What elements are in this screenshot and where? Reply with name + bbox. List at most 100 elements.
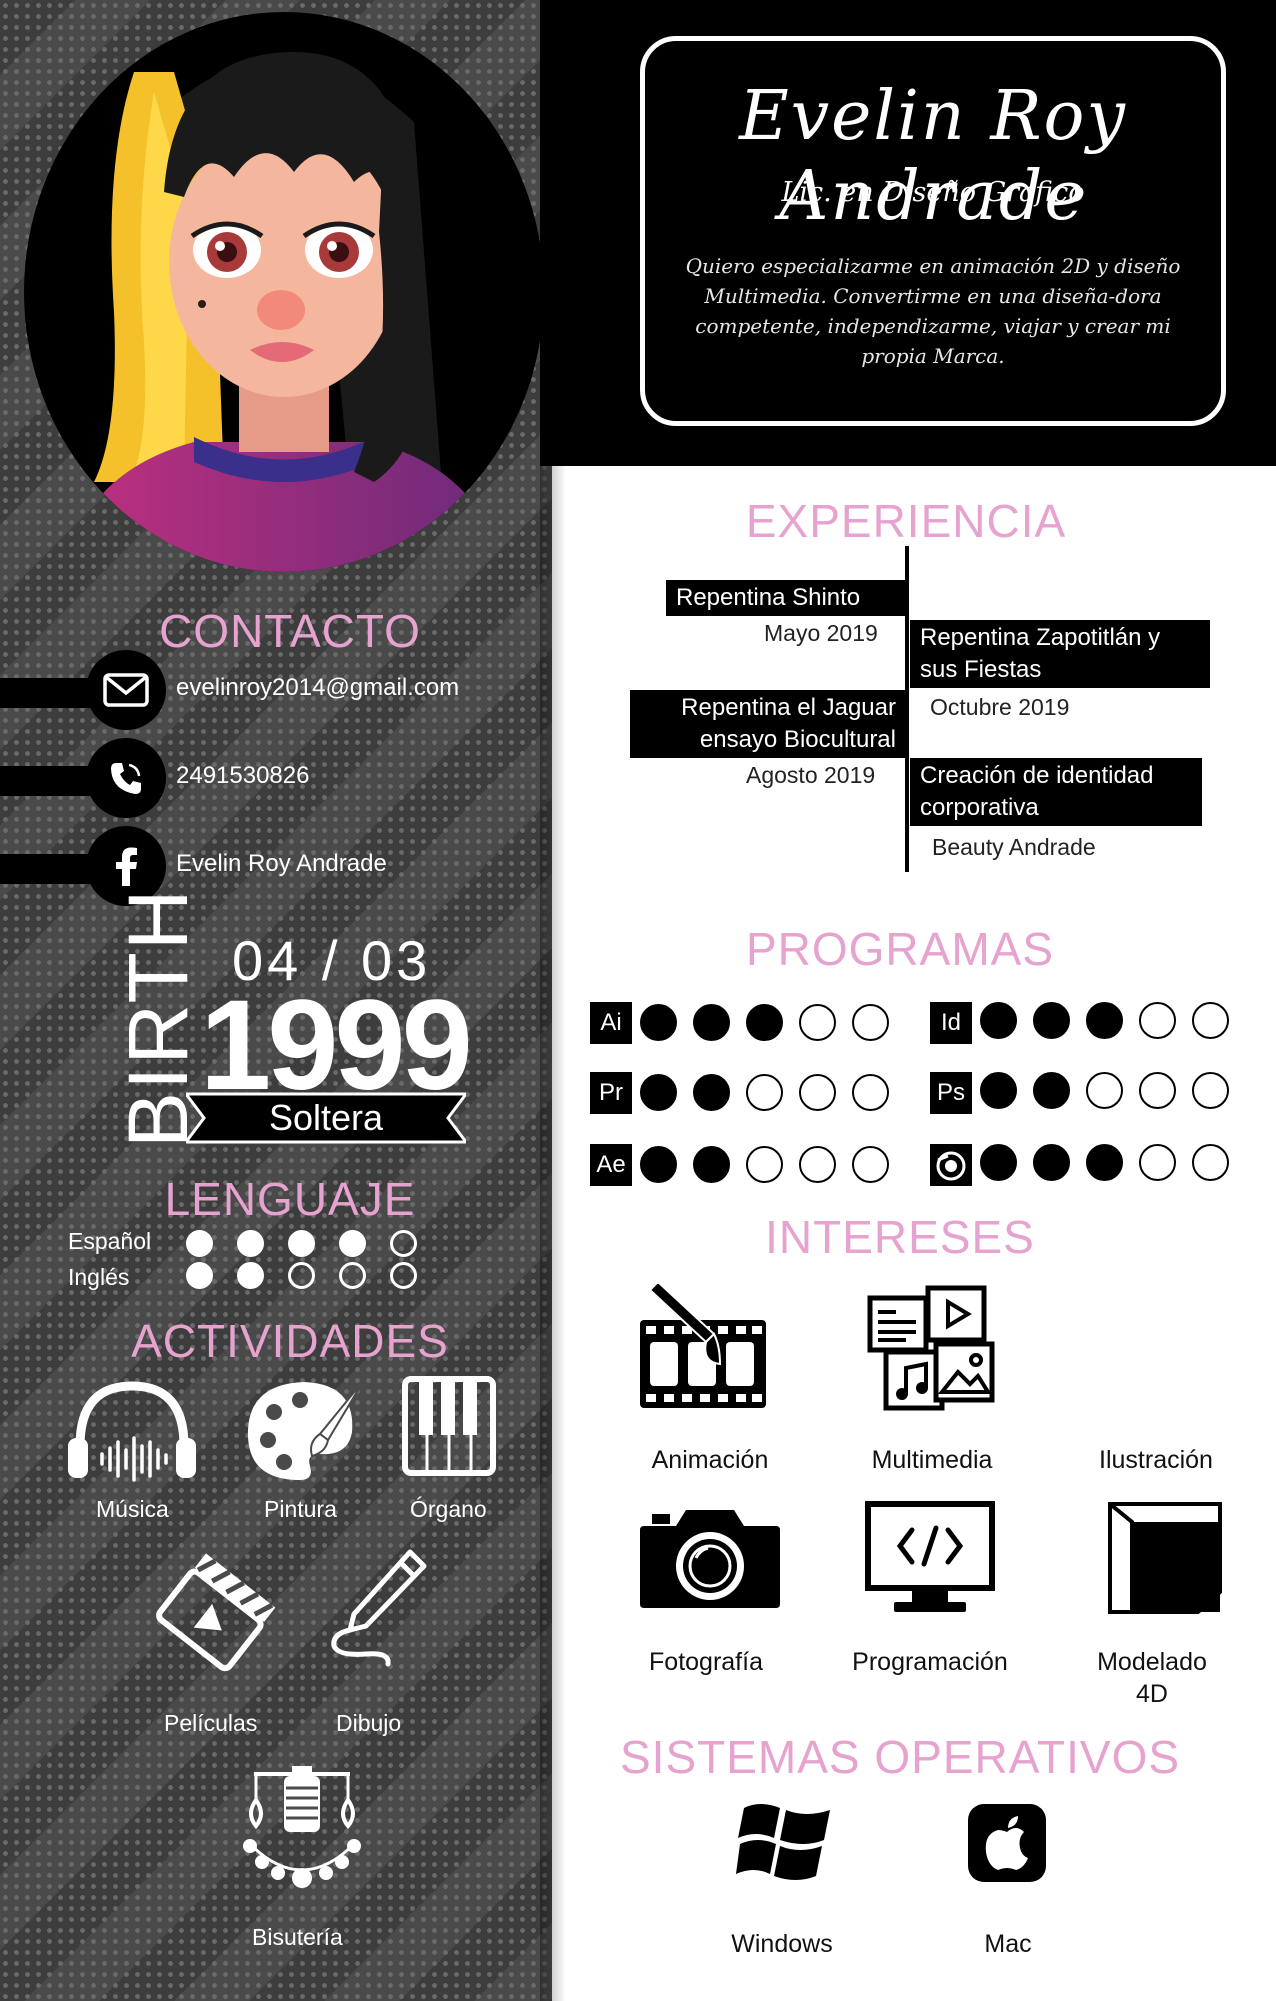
language-name: Español <box>68 1228 152 1254</box>
title-card: Evelin Roy Andrade Lic. en Diseño Grafic… <box>640 36 1226 426</box>
illustrator-icon: Ai <box>590 1002 632 1044</box>
interests-heading: INTERESES <box>765 1211 1035 1263</box>
rating-dot <box>186 1230 213 1257</box>
rating-dot <box>237 1262 264 1289</box>
rating-dot <box>746 1074 783 1111</box>
experience-title: Creación de identidad corporativa <box>910 758 1202 826</box>
activity-label: Dibujo <box>336 1710 402 1736</box>
language-name: Inglés <box>68 1264 130 1290</box>
activity-label: Películas <box>164 1710 258 1736</box>
interest-label: Fotografía <box>649 1648 763 1676</box>
program-rating <box>980 1072 1229 1109</box>
full-name: Evelin Roy Andrade <box>739 77 1127 236</box>
rating-dot <box>288 1230 315 1257</box>
indesign-icon: Id <box>930 1002 972 1044</box>
mail-icon <box>86 650 166 730</box>
premiere-icon: Pr <box>590 1072 632 1114</box>
interest-label: Multimedia <box>871 1446 993 1474</box>
language-heading: LENGUAJE <box>164 1173 416 1225</box>
rating-dot <box>746 1004 783 1041</box>
rating-dot <box>186 1262 213 1289</box>
blender-icon <box>930 1144 972 1186</box>
experience-title: Repentina el Jaguar ensayo Biocultural <box>630 690 906 758</box>
after-effects-icon: Ae <box>590 1144 632 1186</box>
rating-dot <box>1033 1144 1070 1181</box>
rating-dot <box>339 1262 366 1289</box>
rating-dot <box>640 1004 677 1041</box>
rating-dot <box>799 1004 836 1041</box>
rating-dot <box>746 1146 783 1183</box>
piano-keys-icon <box>402 1376 496 1476</box>
rating-dot <box>980 1072 1017 1109</box>
program-rating <box>640 1146 889 1183</box>
rating-dot <box>852 1004 889 1041</box>
rating-dot <box>288 1262 315 1289</box>
language-rating-ingles <box>186 1262 417 1289</box>
code-monitor-icon <box>865 1501 995 1612</box>
rating-dot <box>693 1074 730 1111</box>
contact-email-row: evelinroy2014@gmail.com <box>0 650 540 732</box>
interest-label: Animación <box>651 1446 769 1474</box>
phone-icon <box>86 738 166 818</box>
rating-dot <box>980 1144 1017 1181</box>
rating-dot <box>852 1146 889 1183</box>
windows-icon <box>736 1804 830 1880</box>
contact-facebook-row: Evelin Roy Andrade <box>0 826 540 908</box>
objective-text: Quiero especializarme en animación 2D y … <box>685 254 1181 368</box>
os-heading: SISTEMAS OPERATIVOS <box>620 1731 1181 1783</box>
contact-phone-row: 2491530826 <box>0 738 540 820</box>
degree: Lic. en Diseño Grafico <box>781 177 1085 208</box>
photoshop-icon: Ps <box>930 1072 972 1114</box>
rating-dot <box>640 1146 677 1183</box>
cube-icon <box>1108 1502 1222 1614</box>
panel-shadow <box>540 460 566 2001</box>
rating-dot <box>1192 1072 1229 1109</box>
rating-dot <box>339 1230 366 1257</box>
program-rating <box>640 1004 889 1041</box>
rating-dot <box>1086 1072 1123 1109</box>
facebook-text[interactable]: Evelin Roy Andrade <box>176 850 387 878</box>
os-label: Mac <box>984 1930 1032 1958</box>
program-rating <box>980 1144 1229 1181</box>
rating-dot <box>1139 1144 1176 1181</box>
film-strip-icon <box>640 1284 766 1408</box>
rating-dot <box>640 1074 677 1111</box>
language-rating-espanol <box>186 1230 417 1257</box>
experience-date: Octubre 2019 <box>930 694 1070 720</box>
experience-title: Repentina Zapotitlán y sus Fiestas <box>910 620 1210 688</box>
headphones-icon <box>68 1381 196 1482</box>
apple-icon <box>968 1804 1046 1882</box>
avatar <box>64 52 504 572</box>
rating-dot <box>799 1146 836 1183</box>
rating-dot <box>1033 1072 1070 1109</box>
rating-dot <box>1033 1002 1070 1039</box>
program-rating <box>640 1074 889 1111</box>
rating-dot <box>1139 1002 1176 1039</box>
email-text[interactable]: evelinroy2014@gmail.com <box>176 674 459 702</box>
phone-text[interactable]: 2491530826 <box>176 762 309 790</box>
rating-dot <box>390 1262 417 1289</box>
rating-dot <box>852 1074 889 1111</box>
rating-dot <box>693 1146 730 1183</box>
interest-label: Programación <box>852 1648 1008 1676</box>
interest-label: Ilustración <box>1099 1446 1213 1474</box>
interest-label: Modelado <box>1097 1648 1207 1676</box>
palette-icon <box>247 1379 365 1480</box>
camera-icon <box>640 1510 780 1608</box>
rating-dot <box>390 1230 417 1257</box>
rating-dot <box>1192 1144 1229 1181</box>
rating-dot <box>1086 1002 1123 1039</box>
marital-status: Soltera <box>268 1097 384 1138</box>
rating-dot <box>980 1002 1017 1039</box>
activity-label: Órgano <box>410 1496 487 1522</box>
activity-label: Bisutería <box>252 1924 343 1950</box>
rating-dot <box>799 1074 836 1111</box>
rating-dot <box>1192 1002 1229 1039</box>
activity-label: Pintura <box>264 1496 337 1522</box>
experience-title: Repentina Shinto <box>666 580 906 616</box>
jewelry-icon <box>243 1766 361 1888</box>
clapperboard-icon <box>156 1553 276 1672</box>
os-label: Windows <box>731 1930 833 1958</box>
program-rating <box>980 1002 1229 1039</box>
rating-dot <box>1086 1144 1123 1181</box>
